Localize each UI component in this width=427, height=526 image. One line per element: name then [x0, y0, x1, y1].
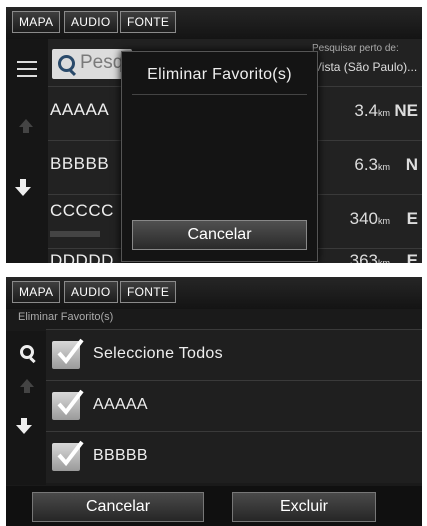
delete-favorites-menu: Eliminar Favorito(s) Cancelar — [121, 51, 318, 262]
delete-button[interactable]: Excluir — [232, 492, 376, 522]
checkmark-icon — [57, 338, 84, 365]
nav-screen-favorites: MAPA AUDIO FONTE Pesq Pesquisar perto de… — [6, 7, 422, 263]
cancel-button[interactable]: Cancelar — [132, 220, 307, 250]
item-direction: E — [406, 209, 418, 228]
item-label: BBBBB — [93, 447, 148, 464]
tab-audio[interactable]: AUDIO — [64, 281, 118, 303]
item-direction: E — [406, 251, 418, 263]
checkmark-icon — [57, 389, 84, 416]
item-address-blurred — [50, 231, 100, 237]
item-name: DDDDD — [50, 251, 114, 263]
item-distance: 340km — [349, 209, 390, 228]
list-item[interactable]: AAAAA — [46, 380, 422, 432]
item-direction: NE — [394, 101, 418, 120]
search-icon[interactable] — [20, 345, 34, 359]
item-name: CCCCC — [50, 201, 114, 220]
checkbox-checked[interactable] — [52, 440, 84, 471]
item-direction: N — [405, 155, 418, 174]
search-near-label: Pesquisar perto de: — [312, 43, 399, 54]
tab-fonte[interactable]: FONTE — [120, 11, 177, 33]
bottom-action-bar: Cancelar Excluir — [6, 486, 422, 526]
checkmark-icon — [57, 440, 84, 467]
tab-mapa[interactable]: MAPA — [12, 11, 61, 33]
search-icon — [58, 55, 75, 72]
tab-audio[interactable]: AUDIO — [64, 11, 118, 33]
cancel-button[interactable]: Cancelar — [32, 492, 204, 522]
dialog-divider — [132, 94, 307, 95]
search-near-value[interactable]: Vista (São Paulo)... — [314, 60, 417, 74]
top-tab-bar: MAPA AUDIO FONTE — [6, 7, 422, 39]
search-placeholder: Pesq — [80, 52, 124, 73]
list-sidebar — [6, 331, 46, 485]
select-all-item[interactable]: Seleccione Todos — [46, 329, 422, 381]
checkbox-checked[interactable] — [52, 389, 84, 420]
top-tab-bar: MAPA AUDIO FONTE — [6, 277, 422, 309]
tab-fonte[interactable]: FONTE — [120, 281, 177, 303]
search-input[interactable]: Pesq — [52, 49, 132, 79]
page-title: Eliminar Favorito(s) — [18, 311, 114, 323]
item-label: Seleccione Todos — [93, 345, 223, 362]
dialog-title: Eliminar Favorito(s) — [147, 66, 292, 83]
list-item[interactable]: BBBBB — [46, 431, 422, 483]
item-distance: 3.4km — [354, 101, 390, 120]
item-name: AAAAA — [50, 100, 110, 119]
tab-mapa[interactable]: MAPA — [12, 281, 61, 303]
scroll-down-icon[interactable] — [15, 179, 31, 196]
checkbox-checked[interactable] — [52, 338, 84, 369]
menu-icon[interactable] — [17, 61, 37, 77]
item-label: AAAAA — [93, 396, 148, 413]
item-distance: 363km — [349, 251, 390, 263]
delete-favorites-screen: MAPA AUDIO FONTE Eliminar Favorito(s) Se… — [6, 277, 422, 526]
list-sidebar — [6, 39, 48, 263]
scroll-down-icon[interactable] — [16, 418, 32, 434]
item-name: BBBBB — [50, 154, 110, 173]
item-distance: 6.3km — [354, 155, 390, 174]
scroll-up-icon[interactable] — [20, 379, 34, 393]
scroll-up-icon[interactable] — [19, 119, 33, 133]
